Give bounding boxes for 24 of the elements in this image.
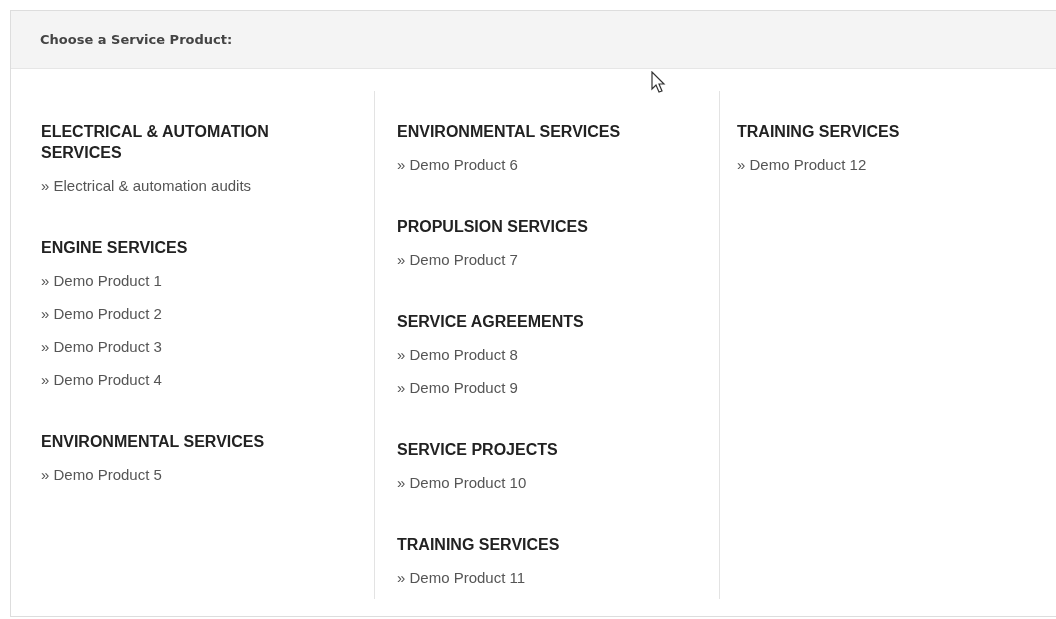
product-link[interactable]: » Demo Product 10	[397, 466, 719, 499]
product-link[interactable]: » Demo Product 12	[737, 148, 1056, 181]
category-heading: ELECTRICAL & AUTOMATION SERVICES	[41, 122, 270, 163]
product-link[interactable]: » Demo Product 9	[397, 371, 719, 404]
category-heading: ENGINE SERVICES	[41, 238, 189, 258]
product-link[interactable]: » Demo Product 11	[397, 561, 719, 594]
category-heading: TRAINING SERVICES	[397, 535, 561, 555]
product-link[interactable]: » Demo Product 2	[41, 297, 374, 330]
product-link[interactable]: » Demo Product 4	[41, 363, 374, 396]
category-heading: SERVICE PROJECTS	[397, 440, 559, 460]
panel-title: Choose a Service Product:	[40, 32, 233, 47]
product-link[interactable]: » Demo Product 3	[41, 330, 374, 363]
product-link[interactable]: » Demo Product 8	[397, 338, 719, 371]
mouse-pointer-icon	[651, 71, 667, 95]
product-link[interactable]: » Demo Product 6	[397, 148, 719, 181]
product-link[interactable]: » Demo Product 1	[41, 264, 374, 297]
category-heading: TRAINING SERVICES	[737, 122, 901, 142]
category-heading: PROPULSION SERVICES	[397, 217, 589, 237]
category-heading: ENVIRONMENTAL SERVICES	[397, 122, 622, 142]
product-link[interactable]: » Demo Product 5	[41, 458, 374, 491]
product-link[interactable]: » Electrical & automation audits	[41, 169, 374, 202]
product-link[interactable]: » Demo Product 7	[397, 243, 719, 276]
category-heading: ENVIRONMENTAL SERVICES	[41, 432, 266, 452]
category-heading: SERVICE AGREEMENTS	[397, 312, 585, 332]
